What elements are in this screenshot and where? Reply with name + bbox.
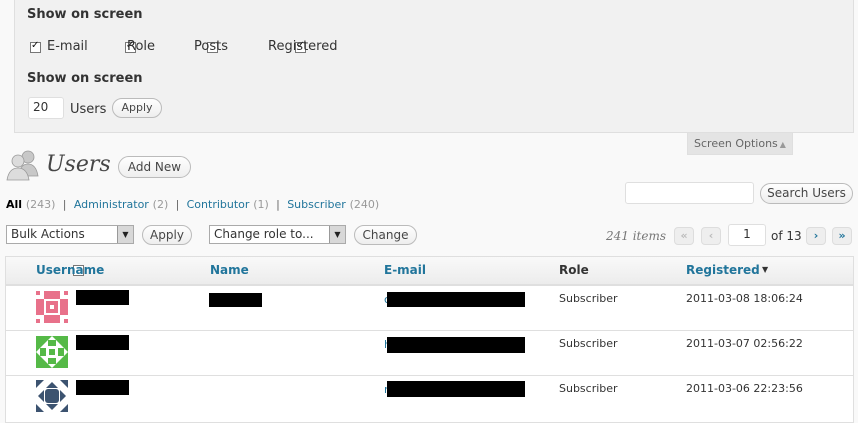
filter-contributor[interactable]: Contributor <box>187 198 250 211</box>
name-redacted <box>209 293 262 307</box>
row-role: Subscriber <box>559 337 618 350</box>
chevron-down-icon: ▼ <box>117 226 133 243</box>
first-page-button[interactable]: « <box>674 227 694 245</box>
screen-options-apply-button[interactable]: Apply <box>112 98 162 118</box>
column-name[interactable]: Name <box>210 263 249 277</box>
registered-column-label[interactable]: Registered <box>268 39 338 54</box>
avatar <box>36 291 68 323</box>
email-column-label[interactable]: E-mail <box>47 39 88 54</box>
items-count: 241 items <box>606 229 667 243</box>
email-redacted[interactable] <box>387 381 525 397</box>
filter-all[interactable]: All <box>6 198 22 211</box>
column-username[interactable]: Username <box>36 263 104 277</box>
users-per-page-input[interactable]: 20 <box>28 97 64 119</box>
sort-desc-icon: ▼ <box>762 265 769 274</box>
filter-separator: | <box>172 198 183 211</box>
filter-administrator-count: (2) <box>152 198 169 211</box>
change-role-select[interactable]: Change role to... ▼ <box>209 225 346 244</box>
prev-page-button[interactable]: ‹ <box>701 227 721 245</box>
row-role: Subscriber <box>559 292 618 305</box>
filter-all-count: (243) <box>25 198 56 211</box>
filter-subscriber[interactable]: Subscriber <box>287 198 346 211</box>
chevron-up-icon: ▲ <box>779 140 786 149</box>
avatar <box>36 336 68 368</box>
users-icon <box>6 148 40 182</box>
column-email[interactable]: E-mail <box>384 263 426 277</box>
screen-options-tab[interactable]: Screen Options ▲ <box>687 133 793 155</box>
username-redacted[interactable] <box>76 335 129 350</box>
current-page-input[interactable]: 1 <box>728 224 766 246</box>
filter-separator: | <box>272 198 284 211</box>
bulk-actions-value: Bulk Actions <box>11 227 85 241</box>
add-new-button[interactable]: Add New <box>118 156 191 178</box>
username-redacted[interactable] <box>76 380 129 395</box>
per-page-unit-label: Users <box>70 102 107 117</box>
search-input[interactable] <box>625 182 754 204</box>
chevron-down-icon: ▼ <box>329 226 345 243</box>
role-column-label[interactable]: Role <box>127 39 155 54</box>
email-redacted[interactable] <box>387 337 525 353</box>
last-page-button[interactable]: » <box>832 227 852 245</box>
email-redacted[interactable] <box>387 292 525 307</box>
row-registered: 2011-03-06 22:23:56 <box>686 382 803 395</box>
role-filter-links: All (243) | Administrator (2) | Contribu… <box>6 197 379 211</box>
row-role: Subscriber <box>559 382 618 395</box>
bulk-actions-select[interactable]: Bulk Actions ▼ <box>6 225 134 244</box>
total-pages: of 13 <box>771 229 802 243</box>
filter-administrator[interactable]: Administrator <box>74 198 149 211</box>
columns-heading: Show on screen <box>27 7 143 22</box>
column-registered[interactable]: Registered <box>686 263 760 277</box>
filter-subscriber-count: (240) <box>349 198 380 211</box>
change-role-button[interactable]: Change <box>354 225 417 245</box>
email-column-checkbox[interactable] <box>30 40 41 53</box>
screen-options-tab-label[interactable]: Screen Options <box>694 137 778 150</box>
page-title: Users <box>46 152 111 177</box>
filter-separator: | <box>59 198 71 211</box>
row-registered: 2011-03-07 02:56:22 <box>686 337 803 350</box>
avatar <box>36 380 68 412</box>
row-registered: 2011-03-08 18:06:24 <box>686 292 803 305</box>
posts-column-label[interactable]: Posts <box>194 39 228 54</box>
change-role-value: Change role to... <box>214 227 314 241</box>
filter-contributor-count: (1) <box>253 198 269 211</box>
username-redacted[interactable] <box>76 290 129 305</box>
bulk-apply-button[interactable]: Apply <box>142 225 192 245</box>
column-role: Role <box>559 263 589 277</box>
next-page-button[interactable]: › <box>806 227 826 245</box>
pagination-heading: Show on screen <box>27 71 143 86</box>
search-users-button[interactable]: Search Users <box>760 183 853 204</box>
